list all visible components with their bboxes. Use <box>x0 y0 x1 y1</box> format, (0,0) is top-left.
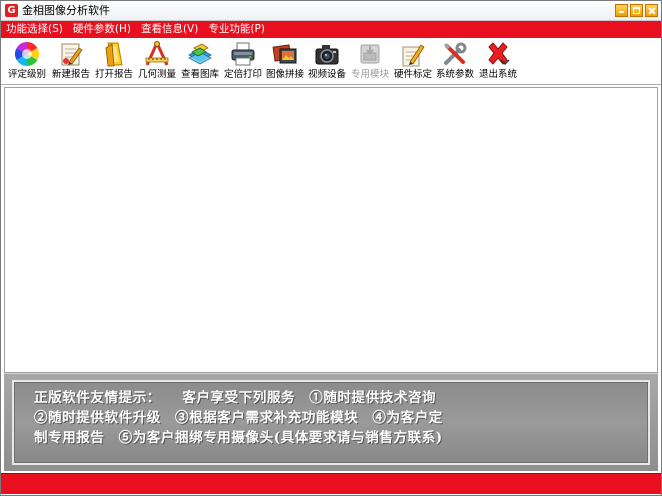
toolbar-label: 查看图库 <box>180 69 219 80</box>
toolbar-rating-button[interactable]: 评定级别 <box>6 38 48 84</box>
app-logo-icon: G <box>5 4 18 17</box>
toolbar-system-params-button[interactable]: 系统参数 <box>434 38 476 84</box>
toolbar-label: 退出系统 <box>478 69 517 80</box>
window-controls <box>615 4 658 17</box>
toolbar-print-button[interactable]: 定倍打印 <box>222 38 264 84</box>
notice-line: 正版软件友情提示： 客户享受下列服务 ①随时提供技术咨询 <box>34 390 437 406</box>
toolbar-label: 定倍打印 <box>223 69 262 80</box>
toolbar-label: 评定级别 <box>7 69 46 80</box>
toolbar-label: 系统参数 <box>435 69 474 80</box>
menu-bar: 功能选择(S) 硬件参数(H) 查看信息(V) 专业功能(P) <box>1 21 661 38</box>
toolbar-gallery-button[interactable]: 查看图库 <box>179 38 221 84</box>
maximize-button[interactable] <box>630 4 643 17</box>
exit-icon <box>484 40 512 68</box>
calibrate-icon <box>399 40 427 68</box>
status-bar <box>1 473 661 494</box>
notice-line: ②随时提供软件升级 ③根据客户需求补充功能模块 ④为客户定 <box>34 410 443 426</box>
toolbar-geometry-button[interactable]: 几何测量 <box>136 38 178 84</box>
menu-hardware-params[interactable]: 硬件参数(H) <box>68 21 136 38</box>
menu-view-info[interactable]: 查看信息(V) <box>136 21 203 38</box>
module-icon <box>356 40 384 68</box>
toolbar-label: 视频设备 <box>307 69 346 80</box>
window-title: 金相图像分析软件 <box>22 4 110 17</box>
close-button[interactable] <box>645 4 658 17</box>
image-workspace[interactable] <box>4 87 658 373</box>
toolbar-open-report-button[interactable]: 打开报告 <box>93 38 135 84</box>
toolbar-label: 硬件标定 <box>393 69 432 80</box>
printer-icon <box>229 40 257 68</box>
toolbar-label: 打开报告 <box>94 69 133 80</box>
menu-function-select[interactable]: 功能选择(S) <box>1 21 68 38</box>
toolbar-new-report-button[interactable]: 新建报告 <box>50 38 92 84</box>
menu-professional[interactable]: 专业功能(P) <box>203 21 270 38</box>
app-window: G 金相图像分析软件 功能选择(S) 硬件参数(H) 查看信息(V) 专业功能(… <box>0 0 662 496</box>
notice-panel: 正版软件友情提示： 客户享受下列服务 ①随时提供技术咨询 ②随时提供软件升级 ③… <box>4 373 658 471</box>
image-stitch-icon <box>271 40 299 68</box>
geometry-measure-icon <box>143 40 171 68</box>
new-report-icon <box>57 40 85 68</box>
toolbar-label: 专用模块 <box>350 69 389 80</box>
toolbar-label: 几何测量 <box>137 69 176 80</box>
toolbar-calibrate-button[interactable]: 硬件标定 <box>392 38 434 84</box>
camera-icon <box>313 40 341 68</box>
toolbar: 评定级别 新建报告 打开报告 几何测量 查看图库 定倍打印 图像拼接 视频设备 … <box>1 38 661 85</box>
minimize-button[interactable] <box>615 4 628 17</box>
title-bar[interactable]: G 金相图像分析软件 <box>1 1 661 21</box>
open-report-icon <box>100 40 128 68</box>
notice-line: 制专用报告 ⑤为客户捆绑专用摄像头(具体要求请与销售方联系) <box>34 430 443 446</box>
toolbar-label: 图像拼接 <box>265 69 304 80</box>
toolbar-exit-button[interactable]: 退出系统 <box>477 38 519 84</box>
tools-icon <box>441 40 469 68</box>
toolbar-label: 新建报告 <box>51 69 90 80</box>
toolbar-stitch-button[interactable]: 图像拼接 <box>264 38 306 84</box>
toolbar-video-button[interactable]: 视频设备 <box>306 38 348 84</box>
toolbar-module-button[interactable]: 专用模块 <box>349 38 391 84</box>
notice-text: 正版软件友情提示： 客户享受下列服务 ①随时提供技术咨询 ②随时提供软件升级 ③… <box>34 388 624 448</box>
gallery-icon <box>186 40 214 68</box>
color-wheel-icon <box>13 40 41 68</box>
